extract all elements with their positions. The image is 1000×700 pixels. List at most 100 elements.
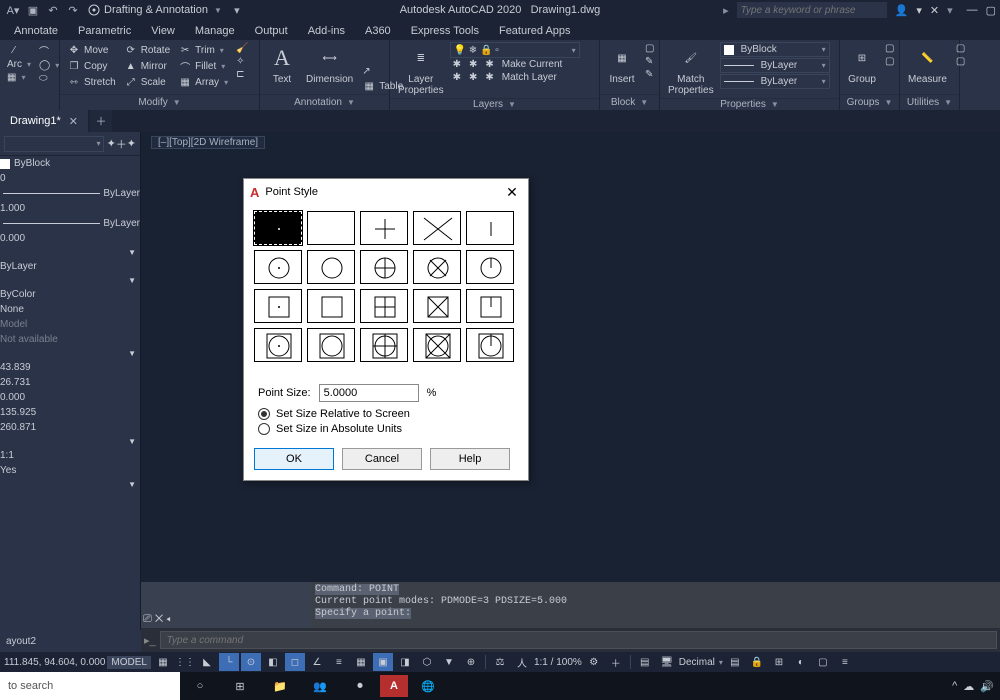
tab-express[interactable]: Express Tools [401,22,489,40]
gear-icon[interactable]: ⚙ [584,653,604,671]
close-icon[interactable]: ✕ [502,184,522,201]
tab-a360[interactable]: A360 [355,22,401,40]
dimension-button[interactable]: ⟷Dimension [302,42,357,94]
prop-row[interactable]: ByLayer [0,216,140,231]
cmd-close-icon[interactable]: ⎚ ✕ ◂ [143,613,171,626]
section-toggle[interactable]: ▼ [0,478,140,491]
cancel-button[interactable]: Cancel [342,448,422,470]
layer-tool4-icon[interactable]: ✱ [450,71,464,84]
pstyle-97[interactable] [307,328,355,362]
save-icon[interactable]: ▣ [24,2,42,18]
scale-label[interactable]: 1:1 / 100% [534,657,582,668]
array-button[interactable]: ▦Array▾ [175,74,231,90]
layer-tool-icon[interactable]: ✱ [450,58,464,71]
prop-row[interactable]: 260.871 [0,420,140,435]
lock-icon[interactable]: 🔒 [747,653,767,671]
pstyle-32[interactable] [254,250,302,284]
pstyle-2[interactable] [360,211,408,245]
pstyle-4[interactable] [466,211,514,245]
signin-icon[interactable]: 👤 [895,4,909,17]
move-button[interactable]: ✥Move [64,42,119,58]
hw-icon[interactable]: ⊞ [769,653,789,671]
measure-button[interactable]: 📏Measure [904,42,951,94]
prop-row[interactable]: ByBlock [0,156,140,171]
palette-tool3-icon[interactable]: ✦ [127,137,136,150]
monitor-icon[interactable]: 🖥 [657,653,677,671]
cycle-icon[interactable]: ▣ [373,653,393,671]
linetype-dropdown[interactable]: ByLayer▾ [720,74,830,89]
clean-icon[interactable]: ▢ [813,653,833,671]
arc-button[interactable]: Arc▾ [4,58,34,71]
chrome-icon[interactable]: 🌐 [408,672,448,700]
prop-row[interactable]: ByLayer [0,186,140,201]
explode-icon[interactable]: ✧ [233,55,251,68]
util2-icon[interactable]: ▢ [953,55,968,68]
qat-overflow-icon[interactable]: ▾ [228,2,246,18]
tab-parametric[interactable]: Parametric [68,22,141,40]
ortho-icon[interactable]: └ [219,653,239,671]
pstyle-96[interactable] [254,328,302,362]
pstyle-66[interactable] [360,289,408,323]
prop-row[interactable]: 1:1 [0,448,140,463]
pstyle-33[interactable] [307,250,355,284]
transp-icon[interactable]: ▦ [351,653,371,671]
cloud-icon[interactable]: ☁ [963,680,974,693]
infer-icon[interactable]: ◣ [197,653,217,671]
panel-title-properties[interactable]: Properties▼ [660,98,839,110]
pstyle-1[interactable] [307,211,355,245]
relative-radio[interactable]: Set Size Relative to Screen [258,408,514,420]
plus-icon[interactable]: ＋ [606,653,626,671]
prop-row[interactable]: 0 [0,171,140,186]
attr-icon[interactable]: ✎ [642,68,657,81]
prop-row[interactable]: 43.839 [0,360,140,375]
mirror-button[interactable]: ▲Mirror [121,58,173,74]
pstyle-36[interactable] [466,250,514,284]
exchange-icon[interactable]: ✕ [930,4,939,17]
pstyle-34[interactable] [360,250,408,284]
layer-tool6-icon[interactable]: ✱ [482,71,496,84]
erase-icon[interactable]: 🧹 [233,42,251,55]
app-menu-icon[interactable]: A▾ [4,2,22,18]
color-dropdown[interactable]: ByBlock▾ [720,42,830,57]
pstyle-35[interactable] [413,250,461,284]
section-toggle[interactable]: ▼ [0,435,140,448]
3dosnap-icon[interactable]: ◨ [395,653,415,671]
minimize-icon[interactable]: — [967,4,978,16]
ws-icon[interactable]: ▤ [635,653,655,671]
group-button[interactable]: ⊞Group [844,42,880,94]
ellipse-icon[interactable]: ⬭ [36,72,62,85]
pstyle-99[interactable] [413,328,461,362]
util1-icon[interactable]: ▢ [953,42,968,55]
prop-row[interactable]: 0.000 [0,390,140,405]
edit-block-icon[interactable]: ✎ [642,55,657,68]
selection-dropdown[interactable]: ▾ [4,136,104,152]
tab-featured[interactable]: Featured Apps [489,22,581,40]
dialog-titlebar[interactable]: A Point Style ✕ [244,179,528,205]
obs-icon[interactable]: ⏺ [340,672,380,700]
rotate-button[interactable]: ⟳Rotate [121,42,173,58]
ok-button[interactable]: OK [254,448,334,470]
pstyle-98[interactable] [360,328,408,362]
lweight-icon[interactable]: ≡ [329,653,349,671]
scale-button[interactable]: ⤢Scale [121,74,173,90]
prop-row[interactable]: Yes [0,463,140,478]
hatch-icon[interactable]: ▦▾ [4,71,34,84]
explorer-icon[interactable]: 📁 [260,672,300,700]
create-block-icon[interactable]: ▢ [642,42,657,55]
tray-chevron-icon[interactable]: ^ [952,680,957,692]
copy-button[interactable]: ❐Copy [64,58,119,74]
help-icon[interactable]: ▾ [947,4,953,17]
help-search-input[interactable] [737,2,887,18]
volume-icon[interactable]: 🔊 [980,680,994,693]
pstyle-64[interactable] [254,289,302,323]
prop-row[interactable]: Not available [0,332,140,347]
fillet-button[interactable]: ⌒Fillet▾ [175,58,231,74]
pstyle-100[interactable] [466,328,514,362]
pstyle-68[interactable] [466,289,514,323]
make-current-button[interactable]: Make Current [499,58,566,71]
insert-button[interactable]: ▦Insert [604,42,640,94]
workspace-switcher[interactable]: Drafting & Annotation ▼ [88,4,222,16]
tab-output[interactable]: Output [245,22,298,40]
viewport-controls[interactable]: [–][Top][2D Wireframe] [151,136,265,149]
annovis-icon[interactable]: 人 [512,653,532,671]
